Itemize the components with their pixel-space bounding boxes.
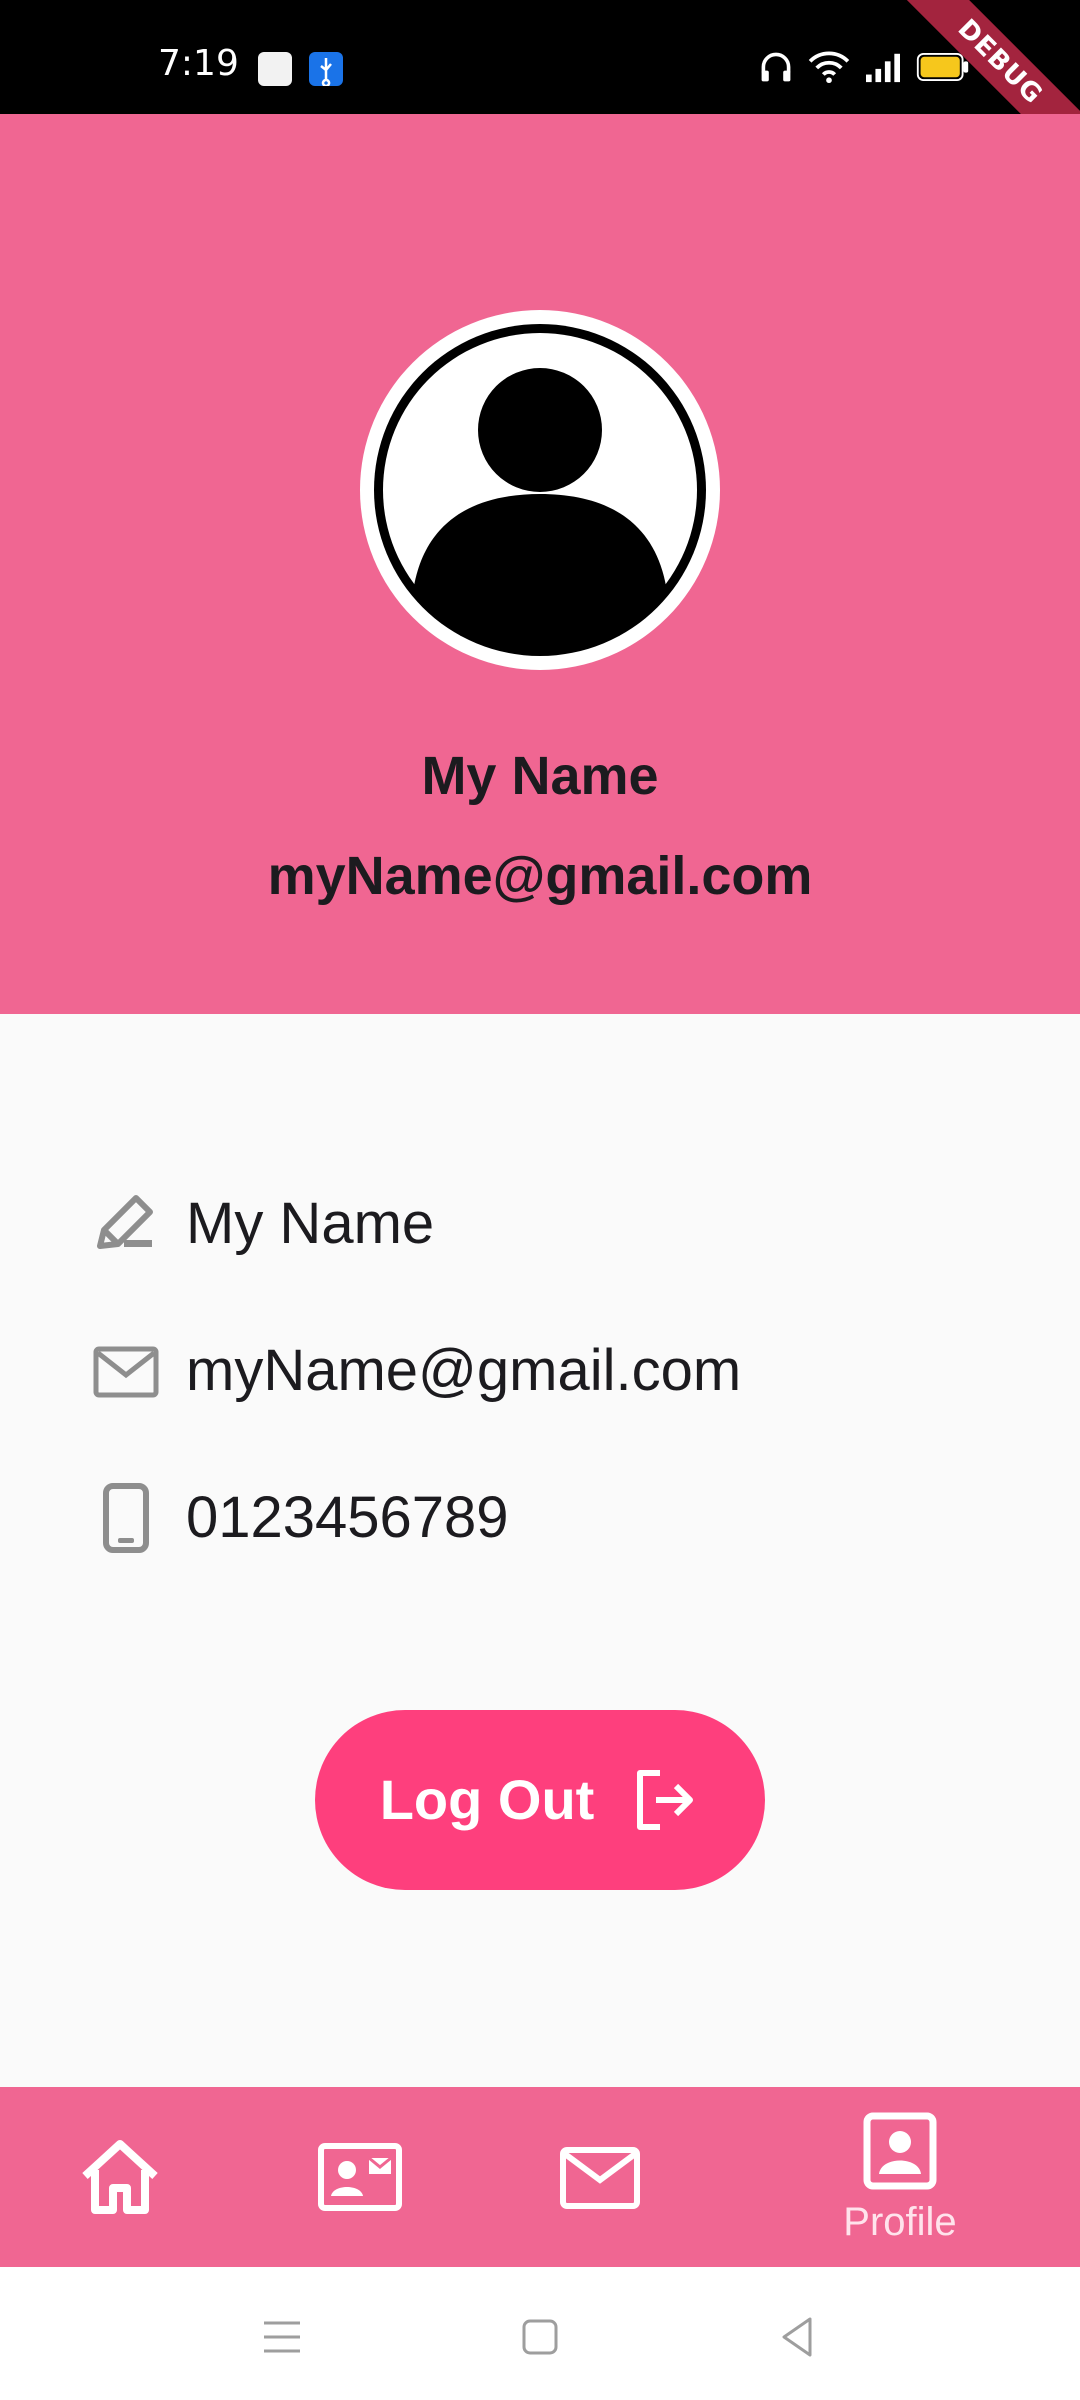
nav-profile-label: Profile [843,2200,957,2244]
user-avatar-icon [366,316,714,664]
nav-home[interactable] [20,2087,220,2267]
status-bar: 7:19 DEBUG [0,0,1080,184]
system-navigation-bar [0,2267,1080,2400]
detail-phone: 0123456789 [186,1485,509,1550]
mail-icon [90,1335,162,1407]
logout-label: Log Out [379,1768,595,1831]
name-row: My Name [90,1184,990,1264]
square-icon [522,2319,558,2355]
menu-icon [264,2321,300,2353]
phone-row: 0123456789 [90,1478,990,1558]
email-row: myName@gmail.com [90,1331,990,1411]
nav-contacts[interactable] [260,2087,460,2267]
status-icons [758,48,970,90]
profile-icon [863,2112,937,2190]
home-button[interactable] [500,2297,580,2377]
profile-name: My Name [421,746,659,806]
nav-messages[interactable] [500,2087,700,2267]
profile-email: myName@gmail.com [267,846,813,906]
logout-button[interactable]: Log Out [315,1710,765,1890]
bottom-navigation: Profile [0,2087,1080,2267]
nav-profile[interactable]: Profile [800,2087,1000,2267]
detail-email: myName@gmail.com [186,1338,742,1403]
usb-notification-icon [309,52,343,88]
wifi-icon [808,50,850,89]
logout-icon [630,1765,700,1835]
home-icon [82,2140,158,2214]
recent-apps-button[interactable] [242,2297,322,2377]
gallery-notification-icon [258,52,292,86]
back-triangle-icon [782,2317,812,2357]
detail-name: My Name [186,1191,435,1256]
headphones-icon [758,49,794,90]
signal-icon [864,50,902,89]
mail-icon [560,2147,640,2209]
profile-header: My Name myName@gmail.com [0,114,1080,1014]
status-time: 7:19 [158,43,239,84]
phone-icon [90,1482,162,1554]
edit-pencil-icon [90,1188,162,1260]
avatar [360,310,720,670]
back-button[interactable] [758,2297,838,2377]
battery-icon [916,52,970,86]
contact-card-icon [318,2143,402,2211]
